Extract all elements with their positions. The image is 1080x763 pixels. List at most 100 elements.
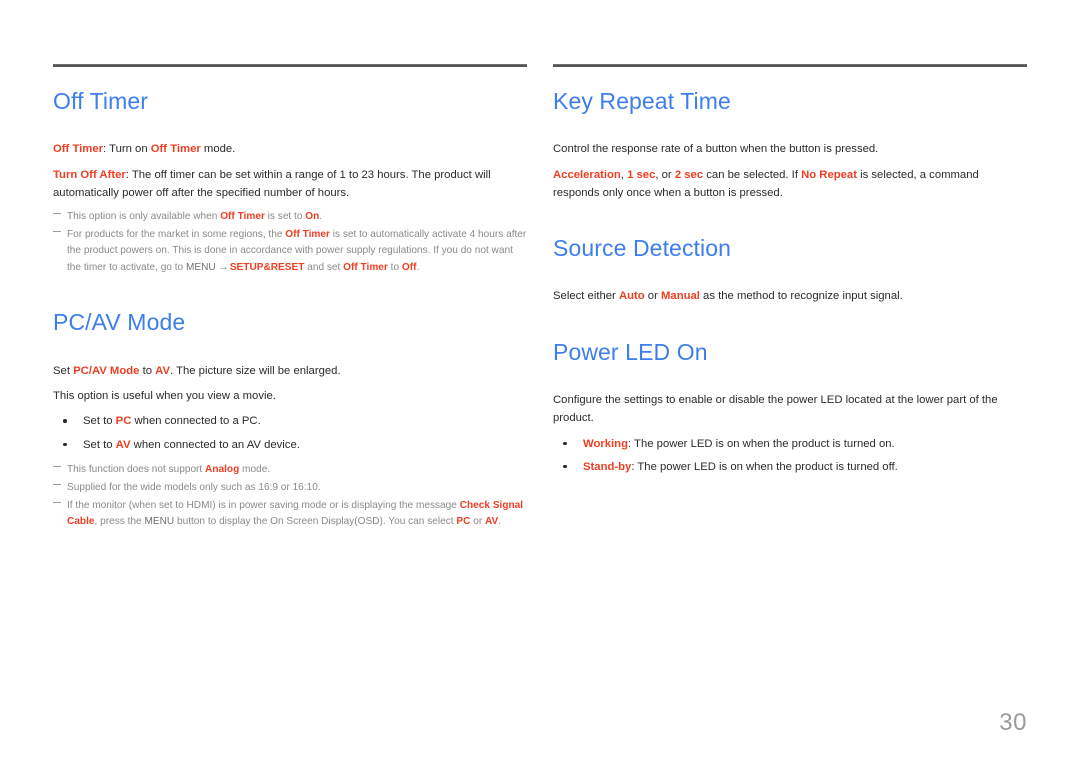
note-dash-icon xyxy=(53,501,61,503)
highlighted-term: AV xyxy=(115,438,131,451)
text-run: Control the response rate of a button wh… xyxy=(553,143,879,156)
bullet-dot-icon xyxy=(63,442,67,447)
highlighted-term: Working xyxy=(583,437,628,450)
highlighted-term: No Repeat xyxy=(801,168,857,181)
bullet-list: Set to PC when connected to a PC. Set to … xyxy=(53,412,527,454)
text-run: Set xyxy=(53,364,74,377)
body-paragraph: Acceleration, 1 sec, or 2 sec can be sel… xyxy=(553,166,1027,203)
bullet-item: Set to PC when connected to a PC. xyxy=(53,412,527,430)
text-run: . The picture size will be enlarged. xyxy=(170,364,341,377)
text-run: : Turn on xyxy=(103,143,151,156)
section-heading: Key Repeat Time xyxy=(553,88,731,114)
text-run: This function does not support xyxy=(67,463,206,475)
bullet-item: Working: The power LED is on when the pr… xyxy=(553,435,1027,453)
highlighted-term: Off Timer xyxy=(150,143,201,156)
content-section: Key Repeat Time Control the response rate… xyxy=(553,88,1027,203)
highlighted-term: Off Timer xyxy=(343,262,388,273)
right-column-sections: Key Repeat Time Control the response rate… xyxy=(553,88,1027,477)
highlighted-term: PC xyxy=(456,515,471,527)
highlighted-term: Auto xyxy=(618,290,645,303)
highlighted-term: SETUP&RESET xyxy=(229,262,305,273)
text-run: , or xyxy=(655,168,675,181)
bullet-dot-icon xyxy=(563,464,567,469)
highlighted-term: Off Timer xyxy=(53,143,104,156)
body-paragraph: This option is useful when you view a mo… xyxy=(53,387,527,405)
text-run: This option is useful when you view a mo… xyxy=(53,389,276,402)
section-heading: Source Detection xyxy=(553,235,732,262)
body-paragraph: Set PC/AV Mode to AV. The picture size w… xyxy=(53,362,527,380)
bullet-item: Stand-by: The power LED is on when the p… xyxy=(553,458,1027,476)
text-run: when connected to a PC. xyxy=(131,415,261,428)
text-run: mode. xyxy=(239,463,271,475)
body-paragraph: Off Timer: Turn on Off Timer mode. xyxy=(53,140,527,158)
highlighted-term: 2 sec xyxy=(674,168,704,181)
highlighted-term: Analog xyxy=(205,463,240,475)
section-heading: PC/AV Mode xyxy=(53,309,186,336)
highlighted-term: AV xyxy=(485,515,499,527)
text-run: to xyxy=(139,364,156,377)
text-run: mode. xyxy=(200,143,236,156)
text-run: is set to xyxy=(264,211,306,223)
note-item: For products for the market in some regi… xyxy=(53,227,527,276)
text-run: or xyxy=(644,290,661,303)
text-run: This option is only available when xyxy=(67,211,221,223)
highlighted-term: Turn Off After xyxy=(53,168,126,181)
content-section: Power LED On Configure the settings to en… xyxy=(553,338,1027,477)
body-paragraph: Configure the settings to enable or disa… xyxy=(553,391,1027,428)
content-section: Source Detection Select either Auto or Ma… xyxy=(553,235,1027,306)
body-paragraph: Control the response rate of a button wh… xyxy=(553,140,1027,158)
left-column: Off Timer Off Timer: Turn on Off Timer mo… xyxy=(53,64,527,532)
text-run: . xyxy=(498,515,502,527)
highlighted-term: Off Timer xyxy=(285,229,330,241)
note-dash-icon xyxy=(53,465,61,467)
highlighted-term: On xyxy=(305,211,320,223)
text-run: button to display the On Screen Display(… xyxy=(174,515,457,527)
body-paragraph: Turn Off After: The off timer can be set… xyxy=(53,166,527,203)
text-run: or xyxy=(470,515,486,527)
text-run: as the method to recognize input signal. xyxy=(699,290,903,303)
text-run: For products for the market in some regi… xyxy=(67,229,286,241)
bullet-dot-icon xyxy=(63,419,67,423)
left-column-sections: Off Timer Off Timer: Turn on Off Timer mo… xyxy=(53,88,527,530)
highlighted-term: Stand-by xyxy=(583,460,632,473)
text-run: can be selected. If xyxy=(703,168,802,181)
text-run: : The power LED is on when the product i… xyxy=(631,460,898,473)
section-heading: Power LED On xyxy=(553,338,708,365)
bullet-dot-icon xyxy=(563,441,567,446)
section-divider-rule xyxy=(553,64,1027,67)
note-item: Supplied for the wide models only such a… xyxy=(53,480,527,496)
text-run: : The power LED is on when the product i… xyxy=(627,437,895,450)
text-run: Set to xyxy=(83,438,116,451)
note-dash-icon xyxy=(53,483,61,485)
note-dash-icon xyxy=(53,213,61,215)
note-item: This option is only available when Off T… xyxy=(53,209,527,225)
note-list: This option is only available when Off T… xyxy=(53,209,527,276)
highlighted-term: Off xyxy=(401,262,417,273)
note-dash-icon xyxy=(53,231,61,233)
content-section: Off Timer Off Timer: Turn on Off Timer mo… xyxy=(53,88,527,276)
text-run: . xyxy=(319,211,323,223)
highlighted-term: Acceleration xyxy=(553,168,621,181)
bullet-item: Set to AV when connected to an AV device… xyxy=(53,436,527,454)
menu-key-label: MENU xyxy=(144,515,175,527)
document-page: Off Timer Off Timer: Turn on Off Timer mo… xyxy=(0,0,1080,763)
arrow-icon: → xyxy=(215,261,230,273)
highlighted-term: 1 sec xyxy=(627,168,656,181)
note-item: If the monitor (when set to HDMI) is in … xyxy=(53,498,527,530)
highlighted-term: Manual xyxy=(661,290,700,303)
highlighted-term: PC/AV Mode xyxy=(73,364,140,377)
text-run: , press the xyxy=(94,515,145,527)
text-run: and set xyxy=(304,262,344,273)
text-run: to xyxy=(387,262,402,273)
content-section: PC/AV Mode Set PC/AV Mode to AV. The pict… xyxy=(53,310,527,529)
text-run: If the monitor (when set to HDMI) is in … xyxy=(67,499,460,511)
text-run: . xyxy=(416,262,420,273)
right-column: Key Repeat Time Control the response rate… xyxy=(553,64,1027,484)
page-number: 30 xyxy=(999,709,1027,736)
body-paragraph: Select either Auto or Manual as the meth… xyxy=(553,287,1027,305)
section-heading: Off Timer xyxy=(53,88,149,114)
menu-key-label: MENU xyxy=(185,262,216,273)
bullet-list: Working: The power LED is on when the pr… xyxy=(553,435,1027,477)
highlighted-term: PC xyxy=(115,415,132,428)
text-run: Supplied for the wide models only such a… xyxy=(67,481,321,493)
